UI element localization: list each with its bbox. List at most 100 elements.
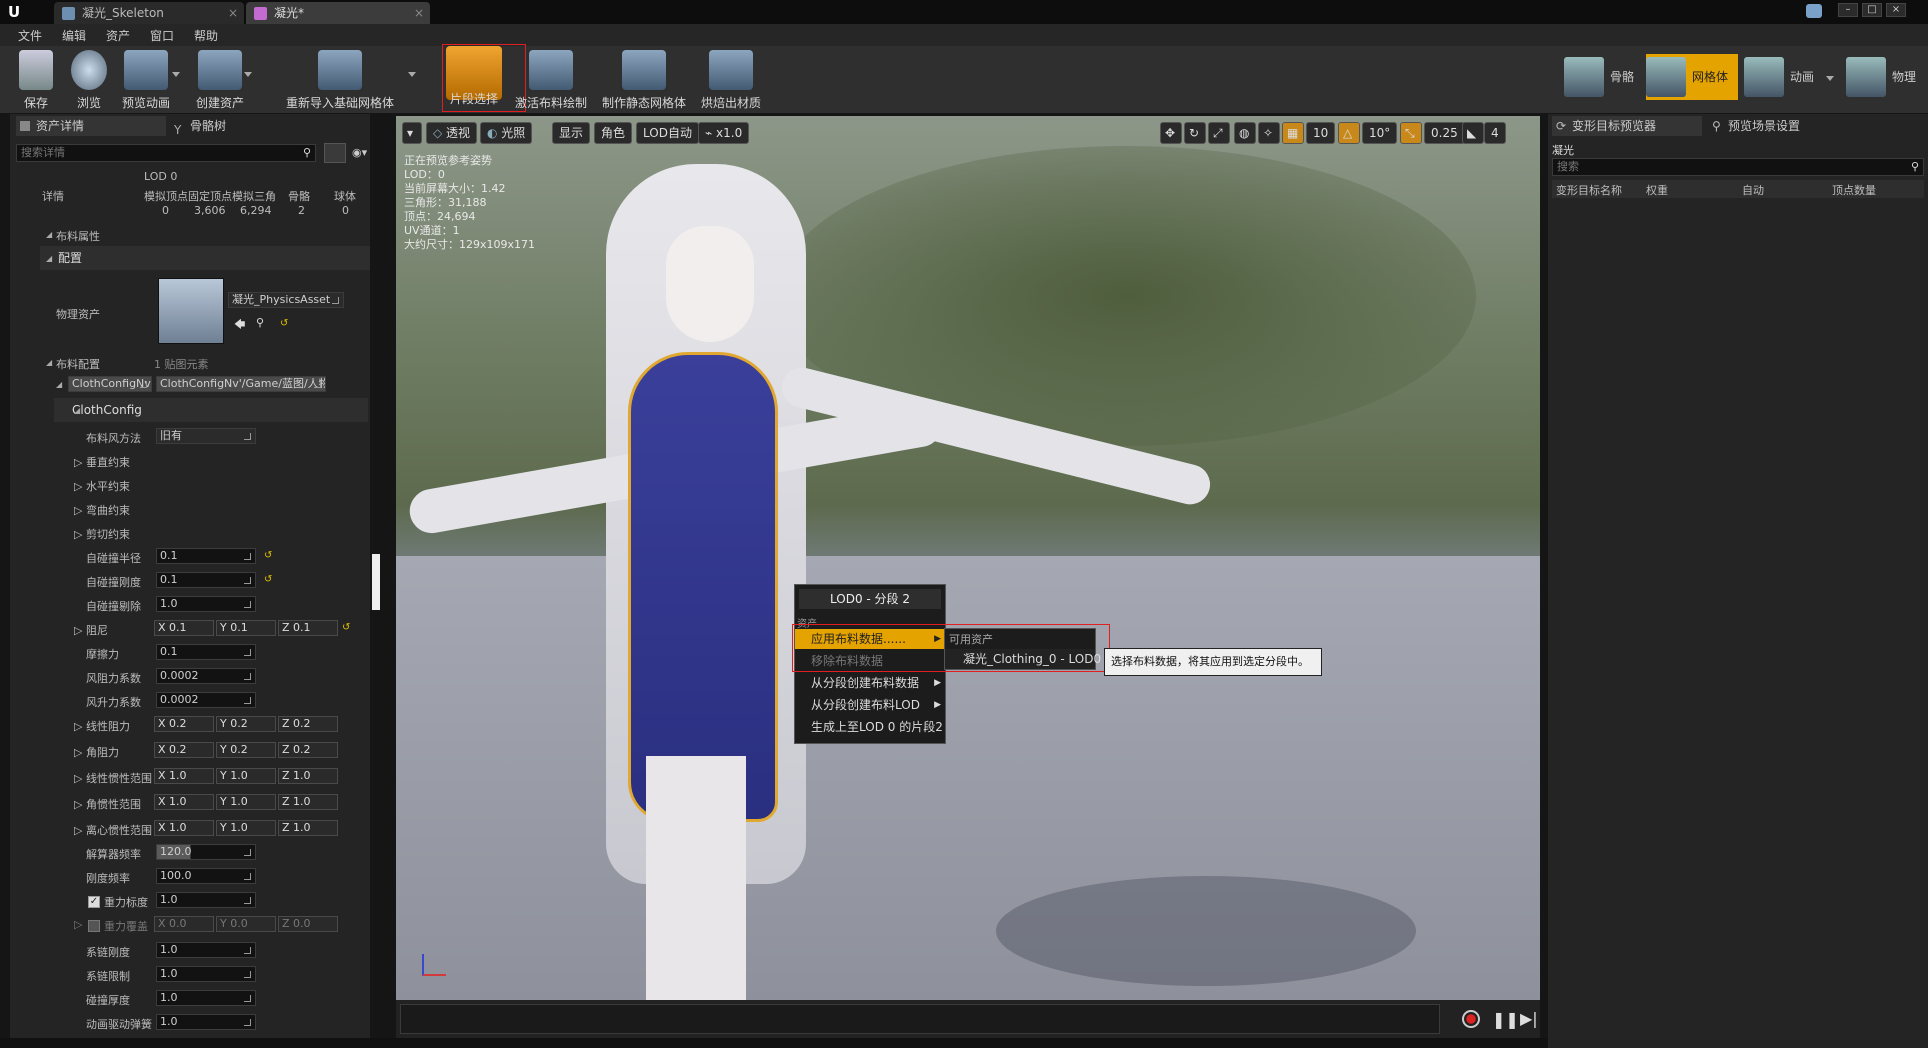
clothing-asset-item[interactable]: 凝光_Clothing_0 - LOD0	[945, 649, 1101, 669]
linear-inertia-label[interactable]: ▷ 线性惯性范围	[74, 770, 152, 786]
mode-skeleton[interactable]: 骨骼	[1564, 54, 1646, 100]
bend-constraint[interactable]: ▷ 弯曲约束	[74, 502, 130, 518]
chevron-down-icon[interactable]	[172, 72, 180, 77]
bake-materials-button[interactable]: 烘焙出材质	[700, 50, 762, 110]
column-auto[interactable]: 自动	[1742, 182, 1764, 198]
column-weight[interactable]: 权重	[1646, 182, 1668, 198]
column-name[interactable]: 变形目标名称	[1556, 182, 1622, 198]
mode-physics[interactable]: 物理	[1846, 54, 1924, 100]
save-button[interactable]: 保存	[16, 50, 56, 110]
make-static-mesh-button[interactable]: 制作静态网格体	[602, 50, 686, 110]
rotation-snap-value[interactable]: 10°	[1362, 122, 1398, 144]
viewport[interactable]: ▾ ◇ 透视 ◐ 光照 显示 角色 LOD自动 ⌁ x1.0 ✥ ↻ ⤢ ◍ ✧…	[396, 116, 1540, 1000]
use-asset-icon[interactable]: 🡄	[234, 316, 245, 335]
chevron-down-icon[interactable]	[1826, 76, 1834, 81]
tab-morph-target-previewer[interactable]: ⟳ 变形目标预览器	[1552, 116, 1702, 136]
damping-x[interactable]: X 0.1	[154, 620, 214, 636]
pause-button[interactable]: ❚❚	[1492, 1010, 1519, 1029]
column-vertex-count[interactable]: 顶点数量	[1832, 182, 1876, 198]
character-button[interactable]: 角色	[594, 122, 633, 144]
menu-asset[interactable]: 资产	[106, 27, 130, 44]
rotation-snap-icon[interactable]: △	[1338, 122, 1360, 144]
camera-speed-icon[interactable]: ◣	[1462, 122, 1484, 144]
reset-icon[interactable]: ↺	[264, 550, 272, 561]
menu-window[interactable]: 窗口	[150, 27, 174, 44]
close-icon[interactable]: ×	[414, 2, 424, 24]
chevron-down-icon[interactable]	[408, 72, 416, 77]
record-button[interactable]	[1462, 1010, 1480, 1028]
shear-constraint[interactable]: ▷ 剪切约束	[74, 526, 130, 542]
stiffness-frequency-field[interactable]: 100.0	[156, 868, 256, 884]
centrifugal-inertia-label[interactable]: ▷ 离心惯性范围	[74, 822, 152, 838]
create-cloth-lod-item[interactable]: 从分段创建布料LOD ▶	[795, 695, 945, 715]
damping-label[interactable]: ▷ 阻尼	[74, 622, 108, 638]
gravity-scale-field[interactable]: 1.0	[156, 892, 256, 908]
mode-animation[interactable]: 动画	[1744, 54, 1836, 100]
scale-tool-icon[interactable]: ⤢	[1208, 122, 1230, 144]
grid-snap-icon[interactable]: ▦	[1282, 122, 1304, 144]
angular-drag-label[interactable]: ▷ 角阻力	[74, 744, 119, 760]
reset-icon[interactable]: ↺	[342, 622, 350, 633]
wind-lift-field[interactable]: 0.0002	[156, 692, 256, 708]
unreal-logo-icon[interactable]: U	[8, 3, 26, 21]
details-search-input[interactable]: 搜索详情 ⚲	[16, 144, 316, 162]
reset-icon[interactable]: ↺	[264, 574, 272, 585]
viewport-options-button[interactable]: ▾	[402, 122, 422, 144]
tab-asset-details[interactable]: 资产详情	[16, 116, 166, 136]
close-icon[interactable]: ×	[228, 2, 238, 24]
world-local-icon[interactable]: ◍	[1234, 122, 1256, 144]
reset-icon[interactable]: ↺	[280, 318, 288, 329]
angular-inertia-label[interactable]: ▷ 角惯性范围	[74, 796, 152, 812]
tab-skeleton-tree[interactable]: Y 骨骼树	[170, 116, 310, 137]
vertical-constraint[interactable]: ▷ 垂直约束	[74, 454, 130, 470]
minimize-button[interactable]: –	[1838, 3, 1858, 17]
browse-asset-icon[interactable]: ⚲	[256, 316, 264, 329]
menu-file[interactable]: 文件	[18, 27, 42, 44]
scale-snap-value[interactable]: 0.25	[1424, 122, 1465, 144]
damping-y[interactable]: Y 0.1	[216, 620, 276, 636]
menu-help[interactable]: 帮助	[194, 27, 218, 44]
tab-skeleton[interactable]: 凝光_Skeleton ×	[54, 2, 244, 24]
timeline-track[interactable]	[400, 1004, 1440, 1034]
tab-mesh[interactable]: 凝光* ×	[246, 2, 430, 24]
lod-auto-button[interactable]: LOD自动	[636, 122, 699, 144]
maximize-button[interactable]: □	[1862, 3, 1882, 17]
scrollbar[interactable]	[372, 554, 380, 610]
physics-asset-thumbnail[interactable]	[158, 278, 224, 344]
reimport-base-mesh-button[interactable]: 重新导入基础网格体	[284, 50, 396, 110]
camera-speed-value[interactable]: 4	[1484, 122, 1506, 144]
self-collision-stiffness-field[interactable]: 0.1	[156, 572, 256, 588]
horizontal-constraint[interactable]: ▷ 水平约束	[74, 478, 130, 494]
perspective-button[interactable]: ◇ 透视	[426, 122, 478, 144]
damping-z[interactable]: Z 0.1	[278, 620, 338, 636]
config-section[interactable]: 配置	[40, 246, 370, 270]
activate-cloth-paint-button[interactable]: 激活布料绘制	[514, 50, 588, 110]
create-asset-button[interactable]: 创建资产	[192, 50, 248, 110]
mode-mesh[interactable]: 网格体	[1646, 54, 1738, 100]
create-cloth-data-item[interactable]: 从分段创建布料数据 ▶	[795, 673, 945, 693]
menu-edit[interactable]: 编辑	[62, 27, 86, 44]
translate-tool-icon[interactable]: ✥	[1160, 122, 1182, 144]
grid-snap-value[interactable]: 10	[1306, 122, 1336, 144]
show-button[interactable]: 显示	[552, 122, 591, 144]
wind-drag-field[interactable]: 0.0002	[156, 668, 256, 684]
expand-arrow-icon[interactable]: ◢	[46, 230, 52, 239]
self-collision-radius-field[interactable]: 0.1	[156, 548, 256, 564]
playback-speed-button[interactable]: ⌁ x1.0	[698, 122, 750, 144]
morph-search-input[interactable]: 搜索 ⚲	[1552, 158, 1924, 176]
generate-lod-section-item[interactable]: 生成上至LOD 0 的片段2	[795, 717, 945, 737]
self-collision-cull-field[interactable]: 1.0	[156, 596, 256, 612]
browse-button[interactable]: 浏览	[68, 50, 110, 110]
gravity-override-checkbox[interactable]	[88, 920, 100, 932]
linear-drag-label[interactable]: ▷ 线性阻力	[74, 718, 130, 734]
collision-thickness-field[interactable]: 1.0	[156, 990, 256, 1006]
surface-snap-icon[interactable]: ✧	[1258, 122, 1280, 144]
eye-icon[interactable]: ◉▾	[352, 146, 367, 159]
physics-asset-dropdown[interactable]: 凝光_PhysicsAsset	[228, 292, 344, 308]
preview-animation-button[interactable]: 预览动画	[118, 50, 174, 110]
source-control-icon[interactable]	[1806, 4, 1822, 18]
solver-frequency-field[interactable]: 120.0	[156, 844, 256, 860]
clothconfig-section[interactable]: ClothConfig	[54, 398, 368, 422]
step-forward-button[interactable]: ▶|	[1520, 1009, 1538, 1028]
grid-view-icon[interactable]	[324, 143, 346, 163]
